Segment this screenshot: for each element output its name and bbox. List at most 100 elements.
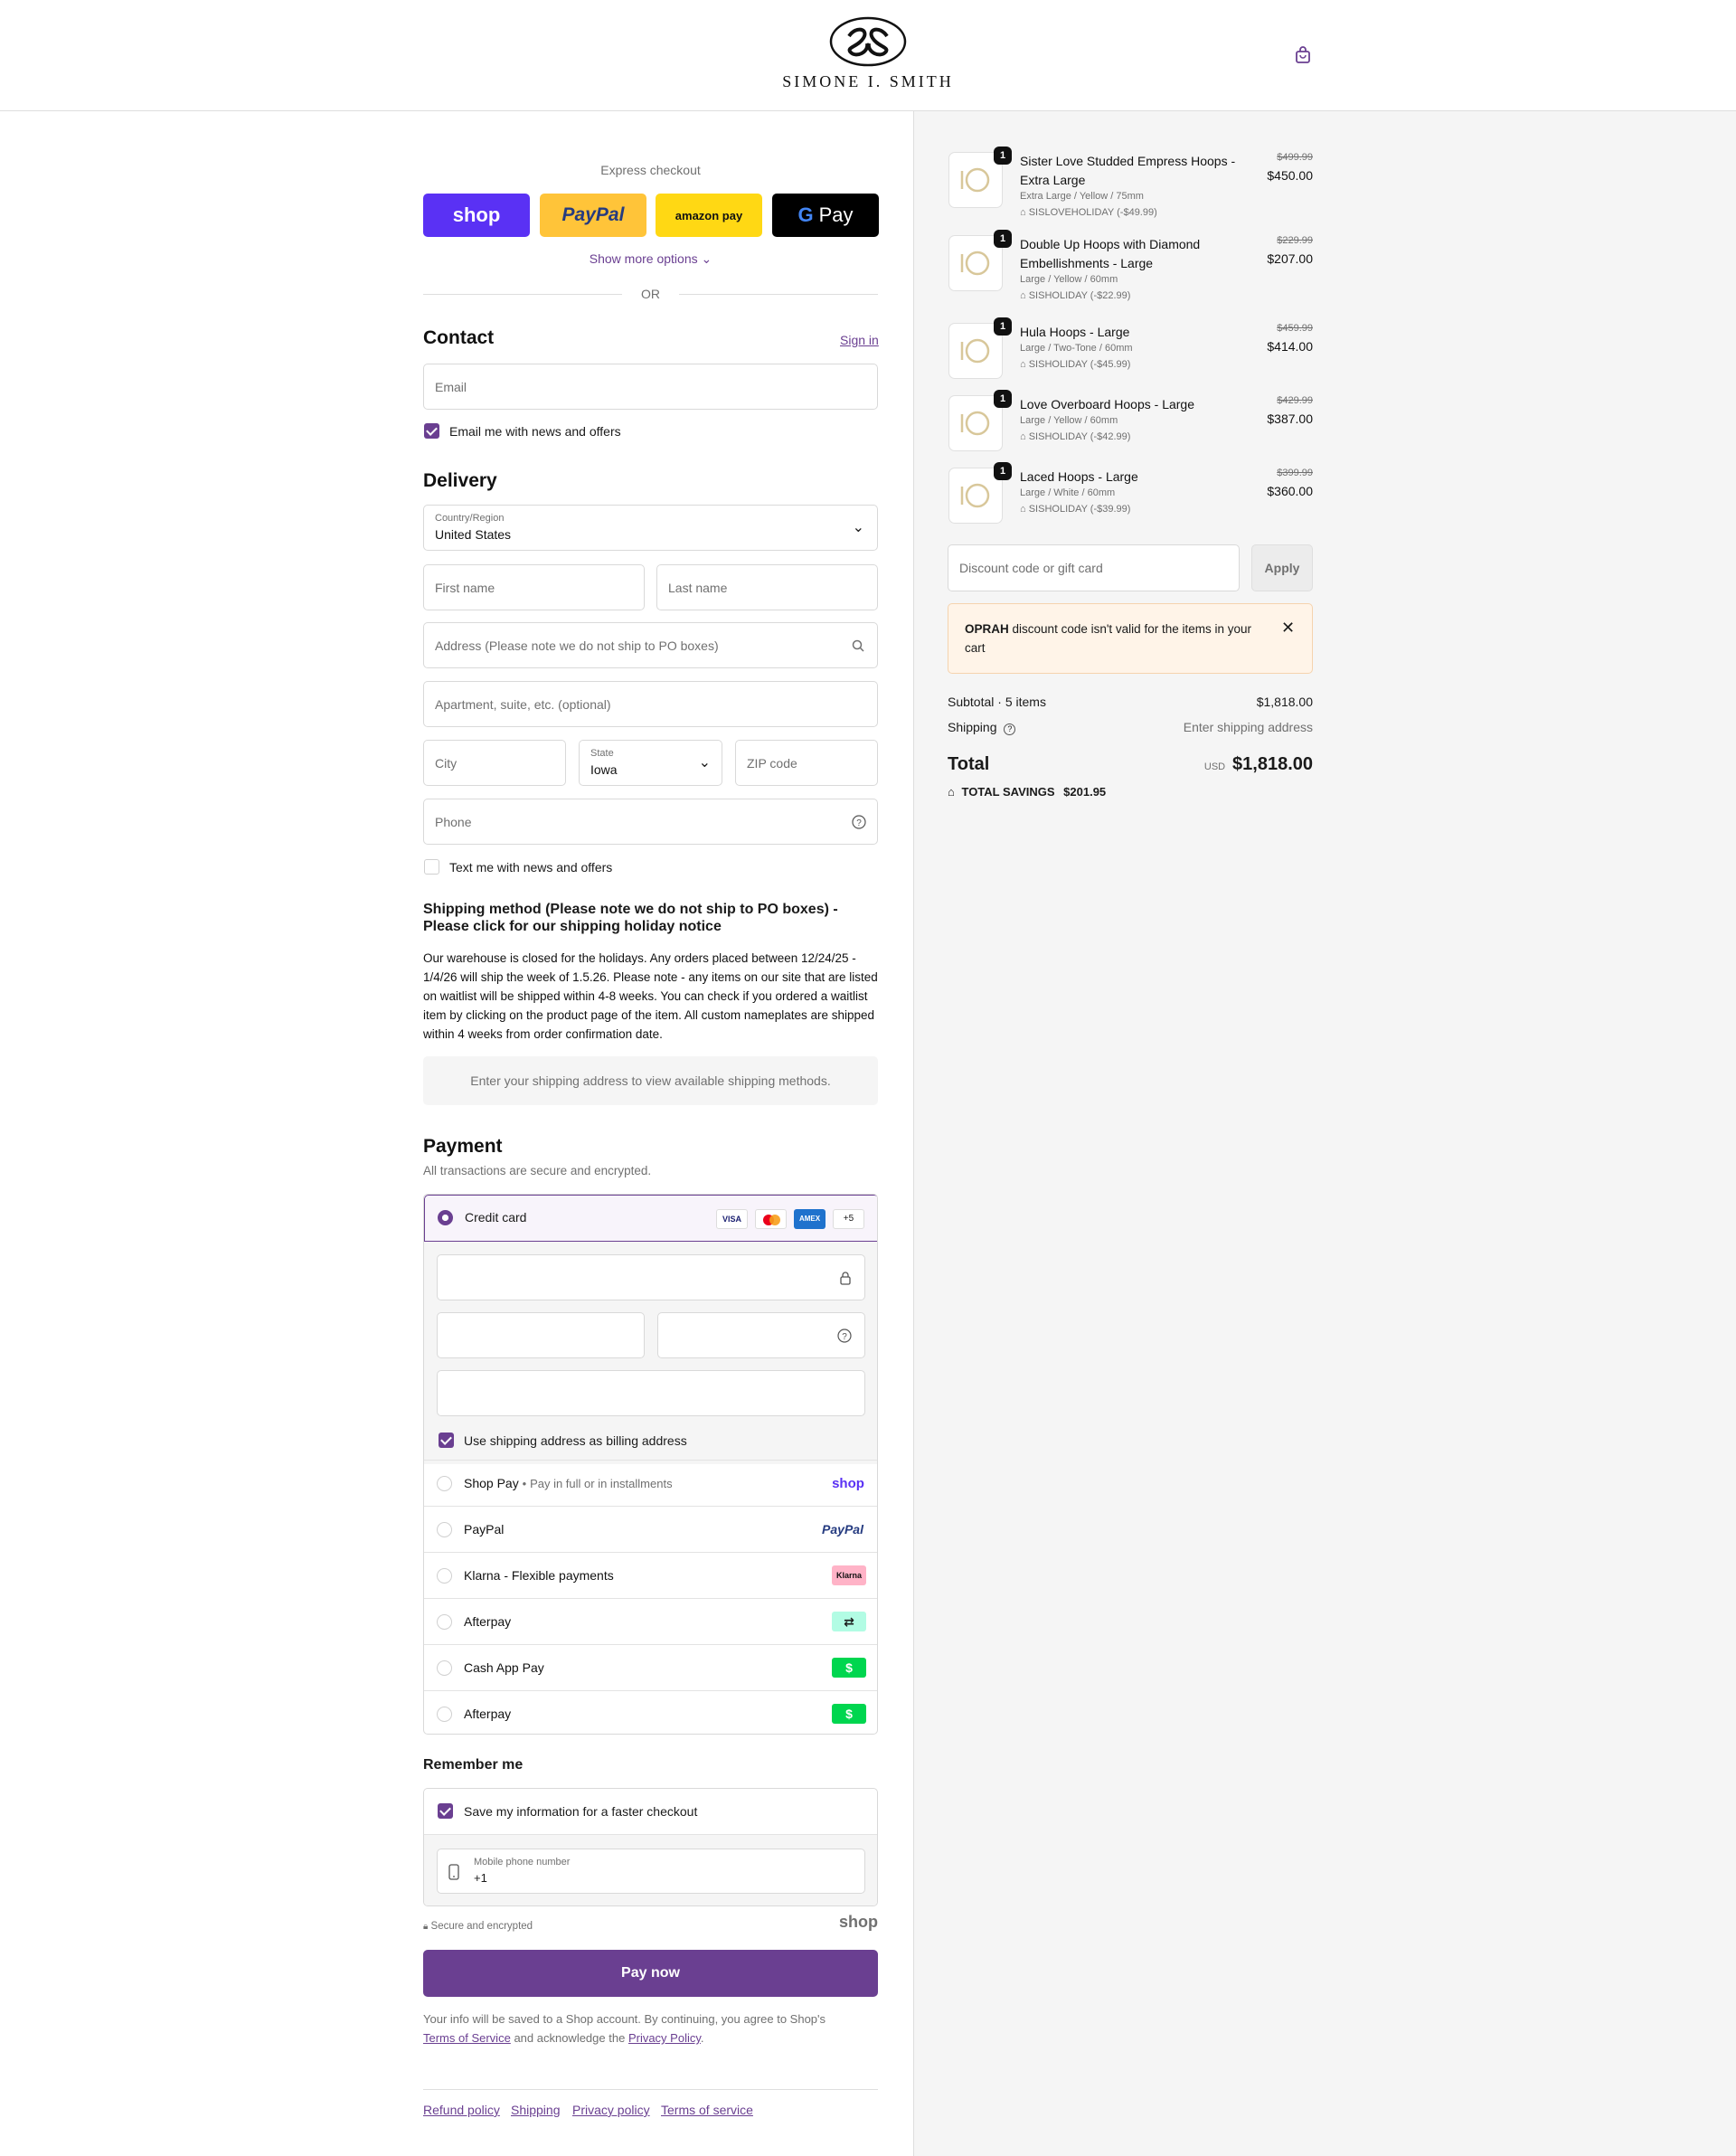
error-code: OPRAH <box>965 622 1009 636</box>
cash-app-logo-2: $ <box>832 1704 866 1724</box>
product-variant: Large / White / 60mm <box>1020 487 1116 498</box>
google-g-icon: G <box>797 203 814 226</box>
klarna-radio[interactable] <box>437 1568 452 1584</box>
credit-card-radio[interactable] <box>438 1210 453 1225</box>
shop-pay-option[interactable]: Shop Pay • Pay in full or in installment… <box>424 1460 877 1506</box>
shop-pay-button[interactable]: shop <box>423 194 530 237</box>
search-icon <box>852 639 864 652</box>
subtotal-value: $1,818.00 <box>1256 695 1313 709</box>
product-variant: Large / Yellow / 60mm <box>1020 274 1118 285</box>
zip-field[interactable]: ZIP code <box>735 740 878 786</box>
original-price: $399.99 <box>1277 468 1313 478</box>
expiration-field[interactable] <box>437 1312 645 1358</box>
pay-now-button[interactable]: Pay now <box>423 1950 878 1997</box>
amex-icon: AMEX <box>794 1209 826 1229</box>
currency-code: USD <box>1203 761 1226 772</box>
contact-title: Contact <box>423 327 495 348</box>
close-icon[interactable]: ✕ <box>1281 619 1295 638</box>
address-field[interactable]: Address (Please note we do not ship to P… <box>423 622 878 668</box>
afterpay-option-2[interactable]: Afterpay $ <box>424 1690 877 1734</box>
mobile-phone-field[interactable]: Mobile phone number +1 <box>437 1849 865 1894</box>
afterpay-radio-2[interactable] <box>437 1707 452 1722</box>
shop-pay-radio[interactable] <box>437 1476 452 1491</box>
product-title: Hula Hoops - Large <box>1020 325 1130 339</box>
header: SIMONE I. SMITH <box>0 0 1736 111</box>
terms-of-service-link[interactable]: Terms of service <box>661 2103 753 2117</box>
divider-left <box>423 294 622 295</box>
card-number-field[interactable] <box>437 1254 865 1300</box>
cash-app-logo: $ <box>832 1658 866 1678</box>
quantity-badge: 1 <box>994 317 1012 336</box>
divider-right <box>679 294 878 295</box>
phone-field[interactable]: Phone ? <box>423 799 878 845</box>
remember-me-box: Save my information for a faster checkou… <box>423 1788 878 1906</box>
afterpay-radio[interactable] <box>437 1614 452 1630</box>
shipping-label: Shipping ? <box>948 720 1016 735</box>
cash-app-option[interactable]: Cash App Pay $ <box>424 1644 877 1690</box>
apartment-field[interactable]: Apartment, suite, etc. (optional) <box>423 681 878 727</box>
privacy-link[interactable]: Privacy Policy <box>628 2031 701 2045</box>
discounted-price: $387.00 <box>1267 411 1313 426</box>
security-code-field[interactable]: ? <box>657 1312 865 1358</box>
quantity-badge: 1 <box>994 462 1012 480</box>
klarna-option[interactable]: Klarna - Flexible payments Klarna <box>424 1552 877 1598</box>
svg-text:?: ? <box>856 818 862 828</box>
product-discount: ⌂ SISHOLIDAY (-$45.99) <box>1020 359 1131 370</box>
total-value: $1,818.00 <box>1232 754 1313 774</box>
help-icon[interactable]: ? <box>852 815 866 829</box>
cash-app-radio[interactable] <box>437 1660 452 1676</box>
shopping-bag-icon[interactable] <box>1293 45 1313 65</box>
billing-same-label: Use shipping address as billing address <box>464 1433 687 1448</box>
text-news-label: Text me with news and offers <box>449 860 613 875</box>
product-discount: ⌂ SISHOLIDAY (-$42.99) <box>1020 431 1131 442</box>
show-more-options[interactable]: Show more options ⌄ <box>423 251 878 267</box>
footer-divider <box>423 2089 878 2090</box>
privacy-policy-link[interactable]: Privacy policy <box>572 2103 650 2117</box>
discount-code-field[interactable]: Discount code or gift card <box>948 544 1240 591</box>
discounted-price: $360.00 <box>1267 484 1313 498</box>
quantity-badge: 1 <box>994 147 1012 165</box>
shipping-value: Enter shipping address <box>1183 720 1313 734</box>
refund-policy-link[interactable]: Refund policy <box>423 2103 500 2117</box>
shipping-method-title[interactable]: Shipping method (Please note we do not s… <box>423 901 878 935</box>
first-name-field[interactable]: First name <box>423 564 645 610</box>
lock-icon: 🔒︎ <box>423 1922 429 1932</box>
help-icon[interactable]: ? <box>1004 723 1016 735</box>
paypal-label: PayPal <box>464 1522 505 1537</box>
help-icon[interactable]: ? <box>837 1329 852 1343</box>
text-news-checkbox[interactable] <box>424 859 439 875</box>
google-pay-button[interactable]: G Pay <box>772 194 879 237</box>
country-select[interactable]: Country/Region United States ⌄ <box>423 505 878 551</box>
state-select[interactable]: State Iowa ⌄ <box>579 740 722 786</box>
name-on-card-field[interactable] <box>437 1370 865 1416</box>
credit-card-option[interactable]: Credit card VISA AMEX +5 <box>424 1195 877 1242</box>
mobile-area: Mobile phone number +1 <box>424 1834 877 1905</box>
afterpay-option[interactable]: Afterpay ⇄ <box>424 1598 877 1644</box>
amazon-pay-button[interactable]: amazon pay <box>656 194 762 237</box>
email-news-checkbox[interactable] <box>424 423 439 439</box>
afterpay-label: Afterpay <box>464 1614 512 1629</box>
billing-same-checkbox[interactable] <box>439 1433 454 1448</box>
apply-button[interactable]: Apply <box>1251 544 1313 591</box>
total-savings: ⌂ TOTAL SAVINGS $201.95 <box>948 785 1107 799</box>
discount-error-banner: OPRAH discount code isn't valid for the … <box>948 603 1313 674</box>
save-info-checkbox[interactable] <box>438 1803 453 1819</box>
brand-logo[interactable]: SIMONE I. SMITH <box>778 16 958 98</box>
payment-title: Payment <box>423 1136 503 1157</box>
email-field[interactable]: Email <box>423 364 878 410</box>
city-field[interactable]: City <box>423 740 566 786</box>
secure-note: 🔒︎ Secure and encrypted <box>423 1921 533 1932</box>
last-name-field[interactable]: Last name <box>656 564 878 610</box>
paypal-option[interactable]: PayPal PayPal <box>424 1506 877 1552</box>
total-value-group: USD $1,818.00 <box>1204 754 1313 775</box>
paypal-button[interactable]: PayPal <box>540 194 646 237</box>
product-title: Sister Love Studded Empress Hoops - Extr… <box>1020 154 1236 187</box>
product-variant: Large / Two-Tone / 60mm <box>1020 343 1133 354</box>
svg-text:?: ? <box>842 1332 847 1342</box>
sign-in-link[interactable]: Sign in <box>840 333 879 347</box>
payment-methods-box: Credit card VISA AMEX +5 ? Use shipping … <box>423 1194 878 1735</box>
original-price: $429.99 <box>1277 395 1313 406</box>
terms-link[interactable]: Terms of Service <box>423 2031 511 2045</box>
paypal-radio[interactable] <box>437 1522 452 1537</box>
shipping-policy-link[interactable]: Shipping <box>511 2103 561 2117</box>
